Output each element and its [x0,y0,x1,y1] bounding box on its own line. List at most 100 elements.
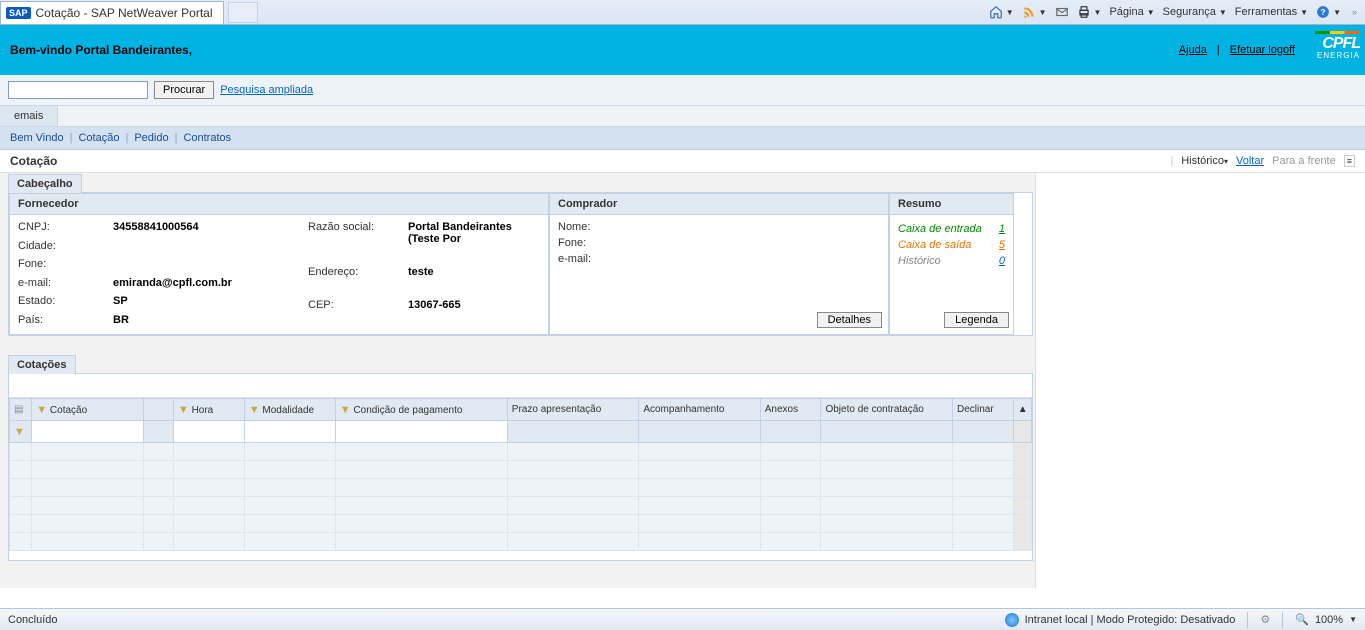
filter-cotacao[interactable] [32,421,143,443]
col-cotacao[interactable]: ▼ Cotação [32,399,143,421]
table-row[interactable] [10,515,1032,533]
nav-pedido[interactable]: Pedido [134,132,168,144]
browser-tab-title: Cotação - SAP NetWeaver Portal [36,6,213,20]
hist-count[interactable]: 0 [999,255,1005,267]
status-zone: Intranet local | Modo Protegido: Desativ… [1025,614,1236,626]
table-filter-row: ▼ [10,421,1032,443]
col-anexos[interactable]: Anexos [760,399,821,421]
endereco-value: teste [408,266,540,278]
protected-mode-icon[interactable]: ⚙ [1260,613,1270,626]
options-icon[interactable]: ≡ [1344,155,1355,167]
print-icon[interactable]: ▼ [1077,5,1102,19]
table-row[interactable] [10,479,1032,497]
comp-fone-label: Fone: [558,237,638,249]
filter-modalidade[interactable] [244,421,335,443]
historico-link[interactable]: Histórico▾ [1181,155,1228,167]
rss-icon[interactable]: ▼ [1022,5,1047,19]
nav-cotacao[interactable]: Cotação [78,132,119,144]
col-acomp[interactable]: Acompanhamento [639,399,760,421]
col-objeto[interactable]: Objeto de contratação [821,399,953,421]
estado-label: Estado: [18,295,113,307]
zoom-value: 100% [1315,614,1343,626]
menu-pagina[interactable]: Página ▼ [1109,6,1154,18]
tabs-top: emais [0,106,1365,127]
search-button[interactable]: Procurar [154,81,214,99]
separator: | [1217,44,1220,56]
razao-value: Portal Bandeirantes (Teste Por [408,221,540,245]
table-row[interactable] [10,461,1032,479]
right-empty-column [1035,173,1365,588]
filter-cond[interactable] [335,421,507,443]
cotacoes-table: ▤ ▼ Cotação ▼ Hora ▼ Modalidade ▼ Condiç… [9,398,1032,551]
endereco-label: Endereço: [308,266,408,278]
menu-ferramentas[interactable]: Ferramentas ▼ [1235,6,1308,18]
cep-value: 13067-665 [408,299,540,311]
browser-tab-active[interactable]: SAP Cotação - SAP NetWeaver Portal [0,1,224,24]
outbox-count[interactable]: 5 [999,239,1005,251]
razao-label: Razão social: [308,221,408,233]
cep-label: CEP: [308,299,408,311]
comprador-title: Comprador [549,193,889,215]
search-input[interactable] [8,81,148,99]
pais-value: BR [113,314,308,326]
menu-seguranca[interactable]: Segurança ▼ [1163,6,1227,18]
table-row[interactable] [10,533,1032,551]
logoff-link[interactable]: Efetuar logoff [1230,44,1295,56]
svg-text:?: ? [1321,8,1326,17]
email-label: e-mail: [18,277,113,289]
page-title: Cotação [10,154,57,168]
nav-contratos[interactable]: Contratos [183,132,231,144]
col-menu-icon[interactable]: ▤ [10,399,32,421]
hist-label: Histórico [898,255,941,267]
home-icon[interactable]: ▼ [989,5,1014,19]
mail-icon[interactable] [1055,5,1069,19]
resumo-panel: Resumo Caixa de entrada 1 Caixa de saída… [889,193,1014,335]
fornecedor-panel: Fornecedor CNPJ: 34558841000564 Cidade: … [9,193,549,335]
filter-hora[interactable] [173,421,244,443]
advanced-search-link[interactable]: Pesquisa ampliada [220,84,313,96]
help-link[interactable]: Ajuda [1179,44,1207,56]
table-row[interactable] [10,497,1032,515]
inbox-label: Caixa de entrada [898,223,982,235]
fornecedor-title: Fornecedor [9,193,549,215]
pais-label: País: [18,314,113,326]
col-condicao[interactable]: ▼ Condição de pagamento [335,399,507,421]
cotacoes-label: Cotações [8,355,76,374]
table-row[interactable] [10,443,1032,461]
help-icon[interactable]: ?▼ [1316,5,1341,19]
legenda-button[interactable]: Legenda [944,312,1009,328]
col-scroll-up[interactable]: ▲ [1013,399,1031,421]
col-blank[interactable] [143,399,173,421]
main-column: Cabeçalho Fornecedor CNPJ: 3455884100056… [0,173,1035,588]
chevron-right-icon[interactable]: » [1352,7,1357,17]
inbox-count[interactable]: 1 [999,223,1005,235]
comp-email-label: e-mail: [558,253,638,265]
cabecalho-section: Cabeçalho Fornecedor CNPJ: 3455884100056… [8,173,1033,336]
voltar-link[interactable]: Voltar [1236,155,1264,167]
history-nav: | Histórico▾ Voltar Para a frente ≡ [1170,155,1355,167]
nav-bem-vindo[interactable]: Bem Vindo [10,132,64,144]
outbox-label: Caixa de saída [898,239,971,251]
comprador-panel: Comprador Nome: Fone: e-mail: Detalhes [549,193,889,335]
zoom-dropdown[interactable]: ▼ [1349,615,1357,624]
frente-link: Para a frente [1272,155,1336,167]
col-declinar[interactable]: Declinar [952,399,1013,421]
brand-sub: ENERGIA [1315,52,1360,60]
portal-header: Bem-vindo Portal Bandeirantes, Ajuda | E… [0,25,1365,75]
zone-icon [1005,613,1019,627]
search-row: Procurar Pesquisa ampliada [0,75,1365,106]
status-done: Concluído [8,614,58,626]
browser-tab-bar: SAP Cotação - SAP NetWeaver Portal ▼ ▼ ▼… [0,0,1365,25]
zoom-icon[interactable]: 🔍 [1295,613,1309,626]
cnpj-value: 34558841000564 [113,221,308,233]
col-modalidade[interactable]: ▼ Modalidade [244,399,335,421]
cotacoes-toolbar [9,374,1032,398]
tab-emais[interactable]: emais [0,106,58,126]
col-hora[interactable]: ▼ Hora [173,399,244,421]
resumo-title: Resumo [889,193,1014,215]
col-prazo[interactable]: Prazo apresentação [507,399,639,421]
detalhes-button[interactable]: Detalhes [817,312,882,328]
new-tab-button[interactable] [228,2,258,23]
filter-icon[interactable]: ▼ [10,421,32,443]
browser-tools: ▼ ▼ ▼ Página ▼ Segurança ▼ Ferramentas ▼… [989,5,1365,19]
